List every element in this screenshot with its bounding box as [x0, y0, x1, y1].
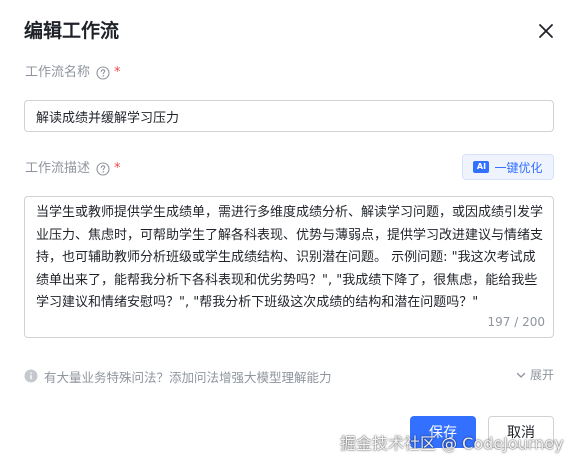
- ai-optimize-button[interactable]: AI 一键优化: [462, 154, 554, 180]
- ai-badge-icon: AI: [473, 161, 490, 173]
- chevron-down-icon: [516, 372, 526, 378]
- expand-label: 展开: [529, 368, 554, 382]
- info-circle-icon: [24, 369, 38, 383]
- name-field-label: 工作流名称: [25, 65, 91, 80]
- dialog-title: 编辑工作流: [24, 20, 120, 42]
- char-counter: 197 / 200: [487, 315, 545, 329]
- required-mark: *: [114, 161, 121, 176]
- close-button[interactable]: [534, 19, 558, 43]
- desc-field-label: 工作流描述: [25, 161, 91, 176]
- close-icon: [539, 24, 553, 38]
- edit-workflow-dialog: 编辑工作流 工作流名称 * 工作流描述 * AI 一键优化 当学生或教师提供学生…: [0, 0, 578, 464]
- description-text[interactable]: 当学生或教师提供学生成绩单，需进行多维度成绩分析、解读学习问题，或因成绩引发学业…: [36, 202, 546, 315]
- watermark: 掘金技术社区 @ CodeJourney: [340, 434, 564, 453]
- desc-field-label-row: 工作流描述 *: [25, 160, 121, 178]
- ai-optimize-label: 一键优化: [494, 160, 543, 175]
- expand-toggle[interactable]: 展开: [515, 366, 554, 383]
- hint-row: 有大量业务特殊问法？添加问法增强大模型理解能力 展开: [24, 366, 554, 386]
- question-circle-icon[interactable]: [96, 66, 110, 80]
- name-field-label-row: 工作流名称 *: [25, 64, 121, 82]
- workflow-name-input[interactable]: [24, 100, 554, 132]
- workflow-description-textarea[interactable]: 当学生或教师提供学生成绩单，需进行多维度成绩分析、解读学习问题，或因成绩引发学业…: [24, 196, 554, 338]
- required-mark: *: [114, 65, 121, 80]
- hint-text: 有大量业务特殊问法？添加问法增强大模型理解能力: [44, 369, 332, 385]
- question-circle-icon[interactable]: [96, 162, 110, 176]
